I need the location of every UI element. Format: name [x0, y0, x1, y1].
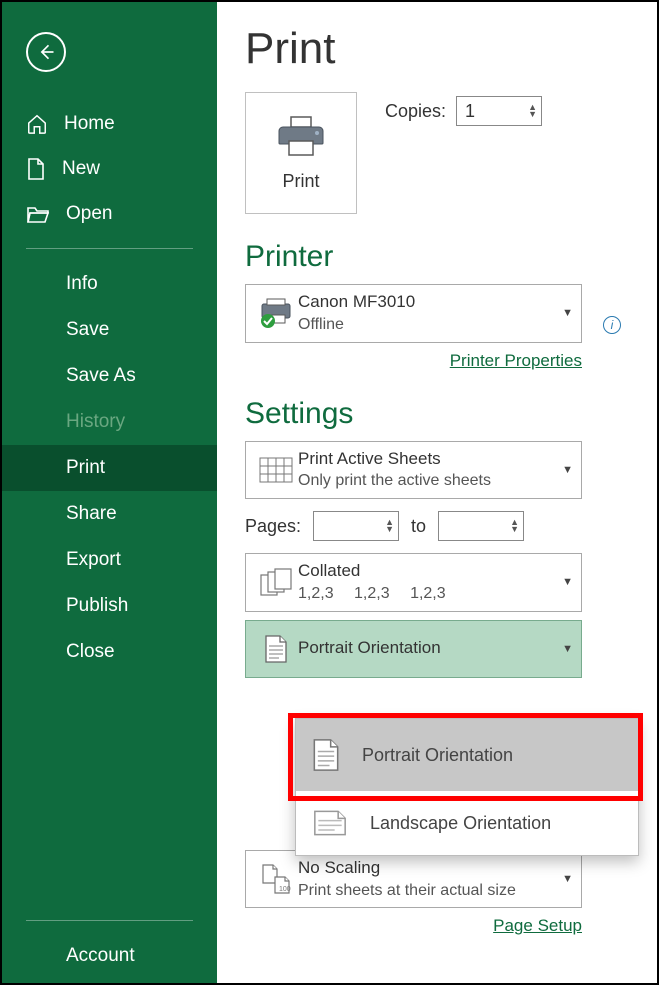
pages-from-spinner[interactable]: ▲▼ — [313, 511, 399, 541]
copies-label: Copies: — [385, 101, 446, 122]
chevron-down-icon: ▼ — [562, 643, 573, 655]
scaling-dropdown[interactable]: 100 No Scaling Print sheets at their act… — [245, 850, 582, 909]
sidebar-item-label: Home — [64, 113, 115, 135]
backstage-sidebar: Home New Open Info Save Save As History … — [2, 2, 217, 983]
landscape-page-icon — [312, 809, 348, 837]
collation-sub: 1,2,3 1,2,3 1,2,3 — [298, 583, 562, 605]
sidebar-item-close[interactable]: Close — [2, 629, 217, 675]
printer-status: Offline — [298, 314, 562, 336]
sheets-icon — [259, 457, 293, 483]
new-file-icon — [26, 157, 46, 181]
print-what-title: Print Active Sheets — [298, 448, 562, 471]
collation-dropdown[interactable]: Collated 1,2,3 1,2,3 1,2,3 ▼ — [245, 553, 582, 612]
printer-properties-link[interactable]: Printer Properties — [450, 351, 582, 370]
spinner-arrows-icon: ▲▼ — [385, 519, 394, 533]
settings-heading: Settings — [245, 397, 629, 431]
printer-heading: Printer — [245, 240, 629, 274]
collated-icon — [259, 567, 293, 597]
sidebar-item-save[interactable]: Save — [2, 307, 217, 353]
printer-status-icon — [258, 298, 294, 328]
orientation-option-landscape[interactable]: Landscape Orientation — [296, 791, 638, 855]
sidebar-item-account[interactable]: Account — [2, 933, 217, 979]
svg-text:100: 100 — [279, 886, 291, 893]
pages-to-label: to — [411, 516, 426, 537]
scaling-sub: Print sheets at their actual size — [298, 880, 562, 902]
sidebar-item-print[interactable]: Print — [2, 445, 217, 491]
info-icon[interactable]: i — [603, 316, 621, 334]
copies-value: 1 — [465, 101, 475, 122]
printer-name: Canon MF3010 — [298, 291, 562, 314]
print-what-sub: Only print the active sheets — [298, 470, 562, 492]
sidebar-item-label: Open — [66, 203, 112, 225]
orientation-title: Portrait Orientation — [298, 637, 562, 660]
printer-dropdown[interactable]: Canon MF3010 Offline ▼ — [245, 284, 582, 343]
orientation-dropdown[interactable]: Portrait Orientation ▼ — [245, 620, 582, 678]
sidebar-item-export[interactable]: Export — [2, 537, 217, 583]
chevron-down-icon: ▼ — [562, 873, 573, 885]
print-button-label: Print — [282, 171, 319, 192]
sidebar-item-new[interactable]: New — [2, 146, 217, 192]
portrait-page-icon — [264, 634, 288, 664]
sidebar-divider — [26, 248, 193, 249]
sidebar-item-label: New — [62, 158, 100, 180]
print-what-dropdown[interactable]: Print Active Sheets Only print the activ… — [245, 441, 582, 500]
sidebar-item-home[interactable]: Home — [2, 102, 217, 146]
back-button[interactable] — [26, 32, 66, 72]
page-title: Print — [245, 24, 629, 74]
chevron-down-icon: ▼ — [562, 576, 573, 588]
sidebar-divider — [26, 920, 193, 921]
open-folder-icon — [26, 204, 50, 224]
pages-label: Pages: — [245, 516, 301, 537]
chevron-down-icon: ▼ — [562, 307, 573, 319]
collation-title: Collated — [298, 560, 562, 583]
spinner-arrows-icon: ▲▼ — [528, 104, 537, 118]
print-button[interactable]: Print — [245, 92, 357, 214]
sidebar-item-history: History — [2, 399, 217, 445]
printer-icon — [277, 115, 325, 157]
orientation-popup: Portrait Orientation Landscape Orientati… — [295, 718, 639, 856]
sidebar-item-save-as[interactable]: Save As — [2, 353, 217, 399]
orientation-option-portrait[interactable]: Portrait Orientation — [296, 719, 638, 791]
home-icon — [26, 113, 48, 135]
pages-to-spinner[interactable]: ▲▼ — [438, 511, 524, 541]
sidebar-item-publish[interactable]: Publish — [2, 583, 217, 629]
chevron-down-icon: ▼ — [562, 464, 573, 476]
scaling-title: No Scaling — [298, 857, 562, 880]
page-setup-link[interactable]: Page Setup — [493, 916, 582, 935]
portrait-page-icon — [312, 737, 340, 773]
copies-spinner[interactable]: 1 ▲▼ — [456, 96, 542, 126]
orientation-option-label: Landscape Orientation — [370, 813, 551, 834]
sidebar-item-info[interactable]: Info — [2, 261, 217, 307]
sidebar-item-share[interactable]: Share — [2, 491, 217, 537]
orientation-option-label: Portrait Orientation — [362, 745, 513, 766]
scaling-icon: 100 — [259, 863, 293, 895]
spinner-arrows-icon: ▲▼ — [510, 519, 519, 533]
arrow-left-icon — [36, 42, 56, 62]
sidebar-item-open[interactable]: Open — [2, 192, 217, 236]
